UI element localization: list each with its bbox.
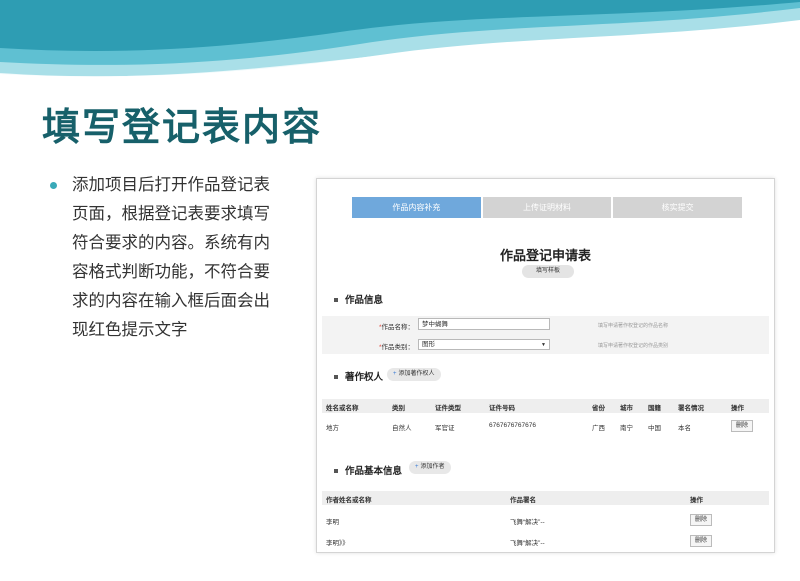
table-cell: 南宁	[620, 425, 633, 432]
bullet-dot	[50, 182, 57, 189]
table-header: 国籍	[648, 405, 661, 412]
bullet-icon	[334, 298, 338, 303]
table-cell: 飞舞“解决”--	[510, 519, 545, 526]
table-cell: 李明	[326, 519, 339, 526]
work-name-hint: 填写申请著作权登记的作品名称	[598, 323, 669, 329]
slide-title: 填写登记表内容	[42, 104, 323, 149]
work-name-input[interactable]: 梦中蝴舞	[418, 318, 550, 330]
table-cell: 地方	[326, 425, 339, 432]
step-tabs: 作品内容补充 上传证明材料 核实提交	[352, 197, 744, 218]
form-title: 作品登记申请表	[499, 248, 591, 263]
table-header: 署名情况	[678, 405, 704, 412]
bullet-icon	[334, 469, 338, 474]
delete-owner-button[interactable]: 删除	[731, 420, 754, 432]
table-header: 省份	[592, 405, 605, 412]
work-type-label: *作品类别：	[378, 344, 414, 351]
table-header: 操作	[690, 497, 703, 504]
table-cell: 本名	[678, 425, 691, 432]
table-cell: 自然人	[392, 425, 412, 432]
work-type-hint: 填写申请著作权登记的作品类别	[598, 343, 669, 349]
table-header: 证件号码	[489, 405, 515, 412]
table-header: 类别	[392, 405, 405, 412]
table-cell: 中国	[648, 425, 661, 432]
tab-upload-proof[interactable]: 上传证明材料	[482, 197, 612, 218]
plus-icon: +	[415, 464, 419, 470]
delete-author-button[interactable]: 删除	[690, 535, 713, 547]
add-copyright-owner-button[interactable]: + 添加著作权人	[387, 368, 441, 381]
table-header: 作品署名	[510, 497, 536, 504]
tab-verify-submit[interactable]: 核实提交	[613, 197, 743, 218]
table-cell: 广西	[592, 425, 605, 432]
table-cell: 飞舞“解决”--	[510, 540, 545, 547]
delete-author-button[interactable]: 删除	[690, 514, 713, 526]
add-author-button[interactable]: + 添加作者	[409, 461, 451, 474]
sample-button[interactable]: 填写样板	[522, 265, 574, 278]
plus-icon: +	[393, 371, 397, 377]
section-heading: 作品信息	[345, 295, 384, 306]
table-cell: 军官证	[435, 425, 455, 432]
table-header: 姓名或名称	[326, 405, 359, 412]
work-type-select[interactable]: 图形 ▼	[418, 339, 550, 350]
table-cell: 6767676767676	[489, 422, 536, 429]
bullet-text: 添加项目后打开作品登记表页面，根据登记表要求填写符合要求的内容。系统有内容格式判…	[72, 175, 270, 339]
section-heading: 著作权人	[345, 372, 384, 383]
tab-content-supplement[interactable]: 作品内容补充	[352, 197, 481, 218]
table-header: 证件类型	[435, 405, 461, 412]
work-type-value: 图形	[422, 341, 435, 348]
header-wave-decoration	[0, 0, 800, 79]
table-header: 操作	[731, 405, 744, 412]
work-name-label: *作品名称：	[378, 324, 414, 331]
section-copyright-owner: 著作权人	[334, 369, 383, 383]
table-cell: 李明》》	[326, 540, 349, 547]
section-heading: 作品基本信息	[345, 466, 403, 477]
chevron-down-icon: ▼	[541, 342, 546, 348]
table-header: 作者姓名或名称	[326, 497, 372, 504]
section-author-info: 作品基本信息	[334, 463, 402, 477]
bullet-icon	[334, 375, 338, 380]
table-header: 城市	[620, 405, 633, 412]
section-work-info: 作品信息	[334, 292, 383, 306]
registration-form-screenshot: 作品内容补充 上传证明材料 核实提交 作品登记申请表 填写样板 作品信息 *作品…	[316, 178, 775, 553]
